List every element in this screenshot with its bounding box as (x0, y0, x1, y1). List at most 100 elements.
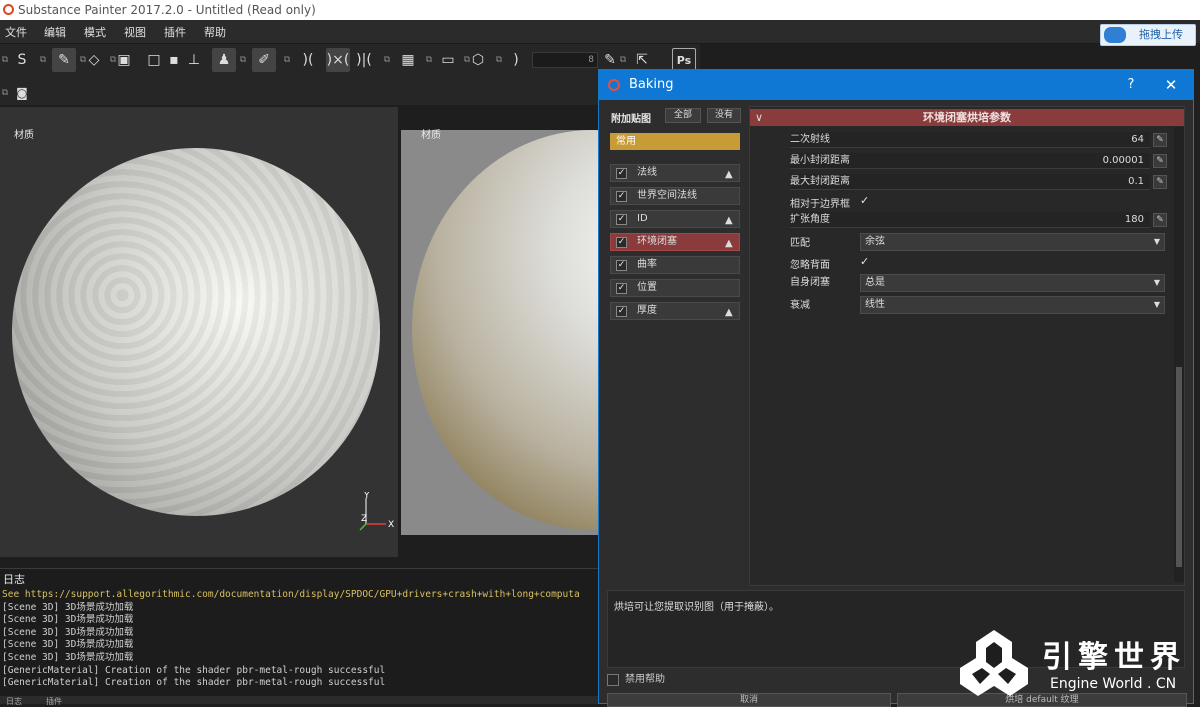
ignore-backface-checkbox[interactable]: ✓ (860, 255, 869, 268)
viewport-2d-label: 材质 (421, 130, 441, 141)
self-occlusion-label: 自身闭塞 (790, 277, 830, 288)
menu-mode[interactable]: 模式 (84, 24, 106, 40)
dialog-title: Baking (629, 77, 674, 92)
axis-gizmo: Y Z X (359, 492, 394, 531)
expand-icon[interactable]: ⧉ (494, 48, 504, 72)
expand-icon[interactable]: ⧉ (38, 48, 48, 72)
scrollbar[interactable] (1174, 127, 1184, 582)
match-label: 匹配 (790, 238, 810, 249)
menu-plugins[interactable]: 插件 (164, 24, 186, 40)
pen-icon[interactable]: ✎ (1153, 133, 1167, 147)
relative-bbox-checkbox[interactable]: ✓ (860, 194, 869, 207)
log-line: [Scene 3D] 3D场景成功加载 (2, 626, 134, 638)
section-title: 环境闭塞烘培参数 (923, 111, 1011, 124)
checkbox-checked-icon[interactable]: ✓ (616, 168, 627, 179)
smudge-icon[interactable]: ✐ (252, 48, 276, 72)
checkbox-checked-icon[interactable]: ✓ (616, 191, 627, 202)
dropdown-value: 余弦 (865, 236, 885, 247)
section-header[interactable]: ∨ 环境闭塞烘培参数 (750, 109, 1184, 126)
field-label: 扩张角度 (790, 214, 830, 225)
warning-icon: ▲ (725, 307, 733, 318)
match-dropdown[interactable]: 余弦 ▼ (860, 233, 1165, 251)
checkbox-checked-icon[interactable]: ✓ (616, 306, 627, 317)
field-label: 最大封闭距离 (790, 176, 850, 187)
stamp-icon[interactable]: ⊥ (182, 48, 206, 72)
checkbox-checked-icon[interactable]: ✓ (616, 260, 627, 271)
cancel-button[interactable]: 取消 (607, 693, 891, 707)
log-panel: 日志 See https://support.allegorithmic.com… (0, 568, 600, 696)
chevron-down-icon: ▼ (1153, 237, 1160, 246)
map-item-ambient-occlusion[interactable]: ✓ 环境闭塞 ▲ (610, 233, 740, 251)
map-item-label: 厚度 (637, 305, 657, 316)
pen-icon[interactable]: ✎ (1153, 213, 1167, 227)
log-line: [GenericMaterial] Creation of the shader… (2, 664, 386, 676)
help-button[interactable]: ? (1121, 70, 1141, 100)
expand-icon[interactable]: ⧉ (382, 48, 392, 72)
tab-plugins[interactable]: 插件 (46, 696, 62, 707)
checkbox-checked-icon[interactable]: ✓ (616, 283, 627, 294)
pen-icon[interactable]: ✎ (1153, 154, 1167, 168)
watermark-chinese-text: 引擎世界 (1042, 640, 1186, 675)
expand-icon[interactable]: ⧉ (0, 81, 10, 105)
expand-icon[interactable]: ⧉ (424, 48, 434, 72)
map-item-world-normal[interactable]: ✓ 世界空间法线 (610, 187, 740, 205)
screenshot-camera-icon[interactable]: ◙ (10, 81, 34, 105)
menu-view[interactable]: 视图 (124, 24, 146, 40)
tab-log[interactable]: 日志 (6, 696, 22, 707)
symmetry-right-icon[interactable]: )|( (352, 48, 376, 72)
expand-icon[interactable]: ⧉ (0, 48, 10, 72)
map-item-id[interactable]: ✓ ID ▲ (610, 210, 740, 228)
axis-y-label: Y (363, 492, 370, 501)
map-item-label: 位置 (637, 282, 657, 293)
brush-size-slider[interactable]: 8 (532, 52, 598, 68)
camera-icon[interactable]: ▭ (436, 48, 460, 72)
map-item-position[interactable]: ✓ 位置 (610, 279, 740, 297)
map-item-normal[interactable]: ✓ 法线 ▲ (610, 164, 740, 182)
self-occlusion-dropdown[interactable]: 总是 ▼ (860, 274, 1165, 292)
dialog-title-bar[interactable]: Baking ? ✕ (599, 70, 1193, 100)
max-occluder-field[interactable]: 最大封闭距离 0.1 (790, 174, 1150, 190)
attenuation-dropdown[interactable]: 线性 ▼ (860, 296, 1165, 314)
scrollbar-thumb[interactable] (1176, 367, 1182, 567)
disable-help-label: 禁用帮助 (625, 674, 665, 685)
pen-icon[interactable]: ✎ (1153, 175, 1167, 189)
field-value: 180 (1124, 214, 1144, 225)
maps-list-panel: 附加贴图 全部 没有 常用 ✓ 法线 ▲ ✓ 世界空间法线 ✓ ID ▲ ✓ 环… (607, 106, 747, 586)
cube-icon[interactable]: ⬡ (466, 48, 490, 72)
field-label: 二次射线 (790, 134, 830, 145)
app-logo-icon (3, 4, 14, 15)
map-item-curvature[interactable]: ✓ 曲率 (610, 256, 740, 274)
checkbox-checked-icon[interactable]: ✓ (616, 214, 627, 225)
substance-icon[interactable]: S (10, 48, 34, 72)
checkbox-checked-icon[interactable]: ✓ (616, 237, 627, 248)
log-lines[interactable]: See https://support.allegorithmic.com/do… (2, 589, 600, 690)
eraser-icon[interactable]: ◇ (82, 48, 106, 72)
expand-icon[interactable]: ⧉ (238, 48, 248, 72)
select-none-button[interactable]: 没有 (707, 108, 741, 123)
map-item-thickness[interactable]: ✓ 厚度 ▲ (610, 302, 740, 320)
spread-angle-field[interactable]: 扩张角度 180 (790, 212, 1150, 228)
paint-brush-icon[interactable]: ✎ (52, 48, 76, 72)
select-all-button[interactable]: 全部 (665, 108, 701, 123)
menu-help[interactable]: 帮助 (204, 24, 226, 40)
secondary-rays-field[interactable]: 二次射线 64 (790, 132, 1150, 148)
menu-edit[interactable]: 编辑 (44, 24, 66, 40)
upload-button[interactable]: 拖拽上传 (1100, 24, 1196, 46)
relative-bbox-label: 相对于边界框 (790, 199, 850, 210)
checkbox-unchecked-icon[interactable] (607, 674, 619, 686)
symmetry-left-icon[interactable]: )( (296, 48, 320, 72)
projection-icon[interactable]: ▣ (112, 48, 136, 72)
close-button[interactable]: ✕ (1161, 70, 1181, 100)
warning-icon: ▲ (725, 169, 733, 180)
field-value: 64 (1131, 134, 1144, 145)
disable-help-toggle[interactable]: 禁用帮助 (607, 672, 807, 688)
picker-icon[interactable]: ♟ (212, 48, 236, 72)
layers-icon[interactable]: ▦ (396, 48, 420, 72)
symmetry-mirror-icon[interactable]: )×( (326, 48, 350, 72)
expand-icon[interactable]: ⧉ (282, 48, 292, 72)
lens-icon[interactable]: ) (504, 48, 528, 72)
parameters-panel: ∨ 环境闭塞烘培参数 二次射线 64 ✎ 最小封闭距离 0.00001 ✎ 最大… (749, 106, 1185, 586)
common-settings-item[interactable]: 常用 (610, 133, 740, 150)
menu-file[interactable]: 文件 (5, 24, 27, 40)
min-occluder-field[interactable]: 最小封闭距离 0.00001 (790, 153, 1150, 169)
